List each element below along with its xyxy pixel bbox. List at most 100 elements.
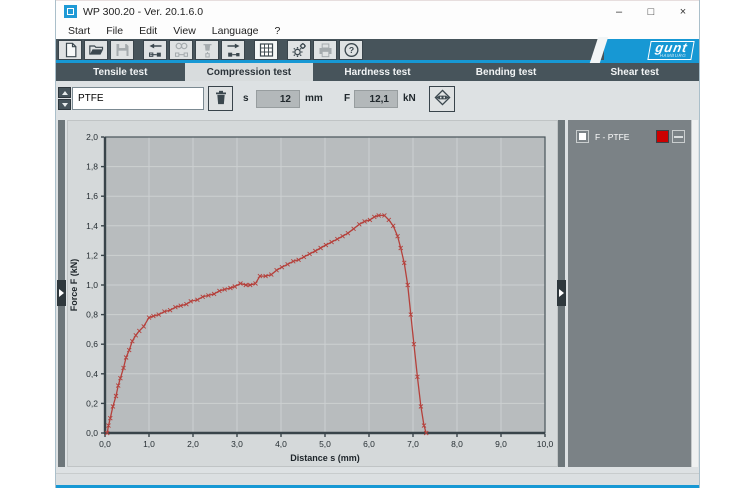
help-icon: ? <box>343 42 360 58</box>
delete-sample-button[interactable] <box>208 86 233 111</box>
spinner-down-button[interactable] <box>58 99 71 110</box>
maximize-button[interactable]: □ <box>635 1 667 23</box>
force-unit: kN <box>403 93 416 104</box>
svg-text:5,0: 5,0 <box>319 439 331 449</box>
control-row: s 12 mm F 12,1 kN <box>56 85 699 113</box>
menu-item-start[interactable]: Start <box>60 24 98 38</box>
open-file-icon <box>88 42 105 58</box>
series-visibility-checkbox[interactable] <box>576 130 589 143</box>
settings-button[interactable] <box>287 40 311 60</box>
settings-icon <box>291 42 308 58</box>
toolbar-group: ? <box>287 40 365 60</box>
spinner-up-button[interactable] <box>58 87 71 98</box>
minimize-button[interactable]: – <box>603 1 635 23</box>
tab-tensile-test[interactable]: Tensile test <box>56 63 185 81</box>
svg-text:8,0: 8,0 <box>451 439 463 449</box>
svg-text:Force F (kN): Force F (kN) <box>69 259 79 312</box>
chart-panel: 0,01,02,03,04,05,06,07,08,09,010,00,00,2… <box>67 120 558 467</box>
step-delete-button[interactable] <box>195 40 219 60</box>
menu-item-edit[interactable]: Edit <box>131 24 165 38</box>
svg-text:0,2: 0,2 <box>86 398 98 408</box>
left-panel-strip <box>58 120 65 467</box>
main-area: 0,01,02,03,04,05,06,07,08,09,010,00,00,2… <box>56 113 699 473</box>
open-file-button[interactable] <box>84 40 108 60</box>
test-tab-bar: Tensile testCompression testHardness tes… <box>56 63 699 81</box>
print-button[interactable] <box>313 40 337 60</box>
legend-scrollbar[interactable] <box>691 120 698 467</box>
svg-text:1,4: 1,4 <box>86 221 98 231</box>
chevron-right-icon <box>59 289 64 297</box>
step-back-button[interactable] <box>143 40 167 60</box>
series-label: F - PTFE <box>595 132 656 142</box>
svg-text:0,0: 0,0 <box>99 439 111 449</box>
sample-spinner <box>58 87 71 111</box>
step-forward-icon <box>225 42 242 58</box>
step-loop-button[interactable] <box>169 40 193 60</box>
svg-text:0,0: 0,0 <box>86 428 98 438</box>
distance-label: s <box>243 93 249 104</box>
toolbar: ? gunt HAMBURG <box>56 39 699 63</box>
right-panel-strip <box>558 120 565 467</box>
svg-text:1,0: 1,0 <box>86 280 98 290</box>
sample-name-input[interactable] <box>72 87 204 110</box>
up-arrow-icon <box>62 91 68 95</box>
svg-text:3,0: 3,0 <box>231 439 243 449</box>
new-file-icon <box>62 42 79 58</box>
distance-unit: mm <box>305 93 323 104</box>
tare-icon <box>433 88 452 110</box>
step-delete-icon <box>199 42 216 58</box>
svg-text:0,4: 0,4 <box>86 369 98 379</box>
menu-item-view[interactable]: View <box>165 24 204 38</box>
svg-text:6,0: 6,0 <box>363 439 375 449</box>
force-label: F <box>344 93 350 104</box>
help-button[interactable]: ? <box>339 40 363 60</box>
save-file-button[interactable] <box>110 40 134 60</box>
force-distance-chart: 0,01,02,03,04,05,06,07,08,09,010,00,00,2… <box>68 121 557 466</box>
toolbar-group <box>143 40 247 60</box>
step-back-icon <box>147 42 164 58</box>
line-style-button[interactable] <box>672 130 685 143</box>
gunt-logo: gunt HAMBURG <box>604 39 699 60</box>
toolbar-group <box>58 40 136 60</box>
series-color-swatch[interactable] <box>656 130 669 143</box>
grid-view-icon <box>258 42 275 58</box>
svg-text:?: ? <box>348 45 353 55</box>
trash-icon <box>213 89 229 109</box>
save-file-icon <box>114 42 131 58</box>
step-loop-icon <box>173 42 190 58</box>
svg-text:10,0: 10,0 <box>537 439 554 449</box>
chevron-right-icon <box>559 289 564 297</box>
expand-right-panel-button[interactable] <box>557 280 566 306</box>
legend-panel: F - PTFE <box>568 120 691 467</box>
status-bar <box>56 473 699 488</box>
line-style-icon <box>674 136 683 138</box>
svg-text:1,0: 1,0 <box>143 439 155 449</box>
legend-item: F - PTFE <box>576 130 685 143</box>
menu-item-[interactable]: ? <box>267 24 289 38</box>
window-controls: – □ × <box>603 1 699 23</box>
svg-text:1,6: 1,6 <box>86 191 98 201</box>
tab-hardness-test[interactable]: Hardness test <box>313 63 442 81</box>
logo-stripe <box>590 37 608 63</box>
svg-text:1,8: 1,8 <box>86 162 98 172</box>
app-window: WP 300.20 - Ver. 20.1.6.0 – □ × StartFil… <box>55 0 700 488</box>
svg-text:0,8: 0,8 <box>86 310 98 320</box>
svg-text:9,0: 9,0 <box>495 439 507 449</box>
step-forward-button[interactable] <box>221 40 245 60</box>
tare-button[interactable] <box>429 86 455 112</box>
menu-item-file[interactable]: File <box>98 24 131 38</box>
tab-bending-test[interactable]: Bending test <box>442 63 571 81</box>
tab-compression-test[interactable]: Compression test <box>185 63 314 81</box>
close-button[interactable]: × <box>667 1 699 23</box>
new-file-button[interactable] <box>58 40 82 60</box>
grid-view-button[interactable] <box>254 40 278 60</box>
menu-item-language[interactable]: Language <box>204 24 267 38</box>
expand-left-panel-button[interactable] <box>57 280 66 306</box>
svg-text:0,6: 0,6 <box>86 339 98 349</box>
title-bar: WP 300.20 - Ver. 20.1.6.0 – □ × <box>56 0 699 22</box>
svg-text:2,0: 2,0 <box>86 132 98 142</box>
tab-shear-test[interactable]: Shear test <box>570 63 699 81</box>
distance-value: 12 <box>256 90 300 108</box>
svg-text:7,0: 7,0 <box>407 439 419 449</box>
app-icon <box>64 5 77 18</box>
